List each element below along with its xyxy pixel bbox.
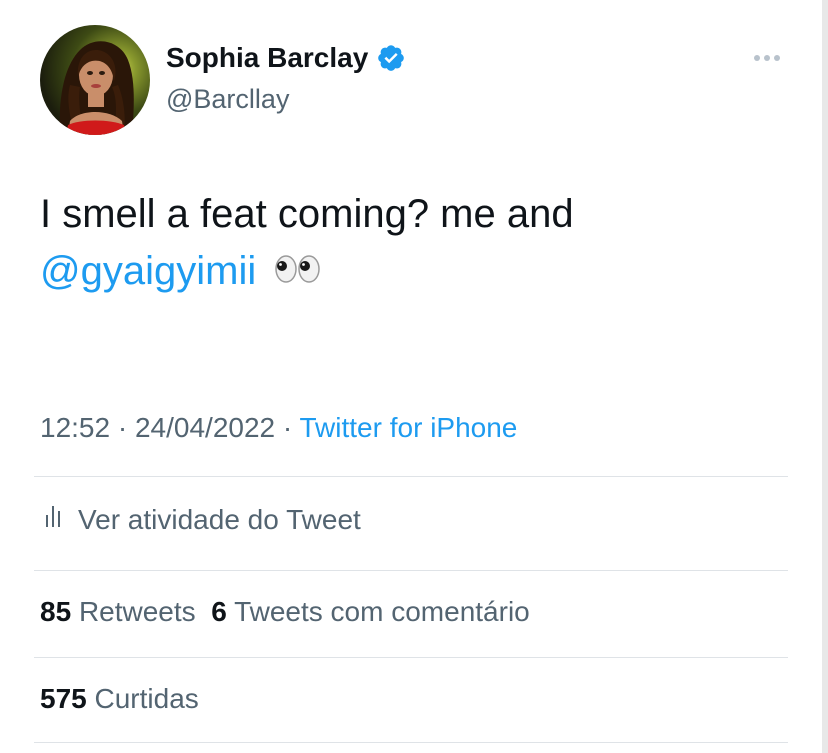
avatar-image (59, 41, 134, 135)
retweets-link[interactable]: 85 Retweets (40, 596, 196, 627)
author-handle[interactable]: @Barcllay (166, 84, 289, 115)
tweet-text-line-2: @gyaigyimii (40, 243, 800, 302)
window-edge (822, 0, 828, 753)
view-activity-button[interactable]: Ver atividade do Tweet (44, 503, 361, 536)
meta-separator: · (117, 412, 128, 443)
author-name-text[interactable]: Sophia Barclay (166, 42, 368, 74)
author-name[interactable]: Sophia Barclay (166, 42, 406, 74)
retweets-count: 85 (40, 596, 72, 627)
tweet-text: I smell a feat coming? me and @gyaigyimi… (40, 186, 800, 302)
quotes-label: Tweets com comentário (234, 596, 530, 627)
more-options-icon[interactable] (754, 50, 784, 66)
likes-count: 575 (40, 683, 87, 714)
divider (34, 657, 788, 658)
tweet-source-link[interactable]: Twitter for iPhone (300, 412, 518, 443)
bar-chart-icon (44, 503, 66, 536)
eyes-emoji-image (275, 255, 321, 283)
eyes-emoji (273, 245, 323, 302)
meta-separator: · (282, 412, 293, 443)
likes-label: Curtidas (94, 683, 199, 714)
tweet-meta: 12:52 · 24/04/2022 · Twitter for iPhone (40, 412, 517, 444)
view-activity-label: Ver atividade do Tweet (78, 503, 361, 535)
verified-badge-icon (376, 43, 406, 73)
tweet-text-line: I smell a feat coming? me and (40, 192, 574, 236)
retweets-label: Retweets (78, 596, 196, 627)
retweet-stats: 85 Retweets 6 Tweets com comentário (40, 596, 530, 628)
more-dot (774, 55, 780, 61)
quotes-count: 6 (211, 596, 227, 627)
mention-link[interactable]: @gyaigyimii (40, 249, 256, 293)
likes-link[interactable]: 575 Curtidas (40, 683, 199, 715)
tweet-date[interactable]: 24/04/2022 (135, 412, 275, 443)
divider (34, 570, 788, 571)
divider (34, 742, 788, 743)
tweet-time[interactable]: 12:52 (40, 412, 110, 443)
more-dot (754, 55, 760, 61)
more-dot (764, 55, 770, 61)
quote-tweets-link[interactable]: 6 Tweets com comentário (211, 596, 530, 627)
avatar[interactable] (40, 25, 150, 135)
divider (34, 476, 788, 477)
